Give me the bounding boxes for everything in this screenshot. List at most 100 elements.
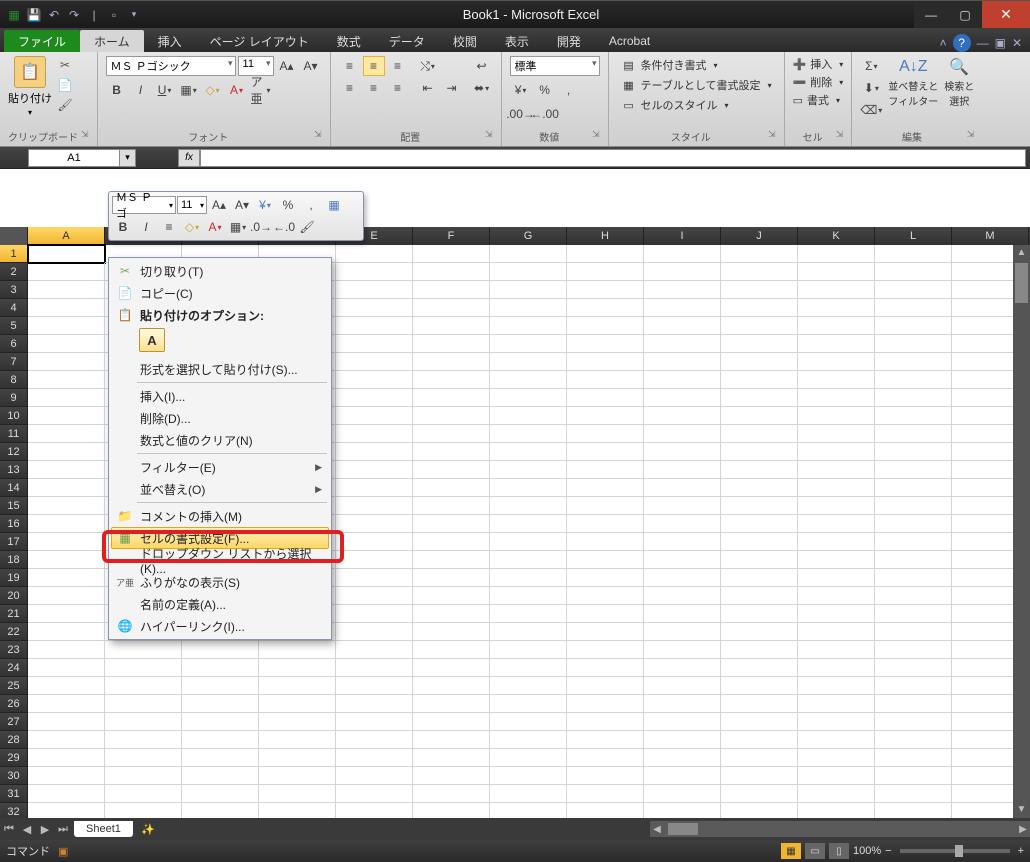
cell[interactable]	[567, 551, 644, 569]
row-header[interactable]: 31	[0, 785, 28, 803]
cell[interactable]	[721, 551, 798, 569]
cell[interactable]	[644, 263, 721, 281]
cell[interactable]	[875, 263, 952, 281]
cell[interactable]	[336, 371, 413, 389]
cell[interactable]	[798, 461, 875, 479]
cell[interactable]	[798, 785, 875, 803]
cell[interactable]	[490, 803, 567, 818]
hscroll-right-icon[interactable]: ▶	[1016, 824, 1030, 835]
col-header-A[interactable]: A	[28, 227, 105, 245]
cell[interactable]	[875, 443, 952, 461]
cell[interactable]	[336, 281, 413, 299]
cell[interactable]	[336, 767, 413, 785]
cell[interactable]	[490, 713, 567, 731]
cell[interactable]	[490, 317, 567, 335]
cell[interactable]	[490, 605, 567, 623]
row-header[interactable]: 6	[0, 335, 28, 353]
cell[interactable]	[490, 749, 567, 767]
cell[interactable]	[567, 245, 644, 263]
cell[interactable]	[413, 605, 490, 623]
cell[interactable]	[28, 569, 105, 587]
cell[interactable]	[413, 785, 490, 803]
phonetic-button[interactable]: ア亜	[250, 80, 272, 100]
row-header[interactable]: 28	[0, 731, 28, 749]
cell[interactable]	[413, 641, 490, 659]
sheet-nav-first-icon[interactable]: ⏮	[0, 820, 18, 838]
cell[interactable]	[336, 569, 413, 587]
cell[interactable]	[490, 443, 567, 461]
cell[interactable]	[875, 713, 952, 731]
cell[interactable]	[875, 623, 952, 641]
cell[interactable]	[721, 785, 798, 803]
cell[interactable]	[721, 713, 798, 731]
row-header[interactable]: 5	[0, 317, 28, 335]
cell[interactable]	[413, 659, 490, 677]
save-icon[interactable]: 💾	[26, 7, 42, 23]
ctx-delete[interactable]: 削除(D)...	[111, 407, 329, 429]
cell[interactable]	[644, 731, 721, 749]
cell[interactable]	[798, 569, 875, 587]
cell[interactable]	[567, 353, 644, 371]
cell[interactable]	[567, 713, 644, 731]
fill-color-button[interactable]: ◇	[202, 80, 224, 100]
cell[interactable]	[721, 353, 798, 371]
cell[interactable]	[28, 371, 105, 389]
number-format-combo[interactable]: 標準	[510, 56, 600, 76]
cell[interactable]	[798, 767, 875, 785]
maximize-button[interactable]: ▢	[948, 1, 982, 28]
cell[interactable]	[644, 389, 721, 407]
cell[interactable]	[721, 461, 798, 479]
cell[interactable]	[182, 713, 259, 731]
col-header-M[interactable]: M	[952, 227, 1029, 245]
cell[interactable]	[28, 587, 105, 605]
help-icon[interactable]: ?	[953, 34, 971, 52]
cell[interactable]	[875, 425, 952, 443]
decrease-decimal-icon[interactable]: ←.00	[534, 104, 556, 124]
ctx-filter[interactable]: フィルター(E)▶	[111, 456, 329, 478]
cell[interactable]	[413, 335, 490, 353]
cell[interactable]	[28, 695, 105, 713]
cell[interactable]	[490, 425, 567, 443]
zoom-in-icon[interactable]: +	[1018, 845, 1024, 857]
cell[interactable]	[182, 677, 259, 695]
cell[interactable]	[721, 263, 798, 281]
border-button[interactable]: ▦	[178, 80, 200, 100]
cell[interactable]	[28, 461, 105, 479]
conditional-format-button[interactable]: ▤条件付き書式▾	[617, 56, 776, 74]
cell[interactable]	[490, 623, 567, 641]
ctx-sort[interactable]: 並べ替え(O)▶	[111, 478, 329, 500]
new-sheet-icon[interactable]: ✨	[137, 821, 159, 837]
cell[interactable]	[721, 317, 798, 335]
cell[interactable]	[567, 785, 644, 803]
mini-size-combo[interactable]: 11	[177, 196, 207, 214]
cell[interactable]	[875, 371, 952, 389]
increase-decimal-icon[interactable]: .00→	[510, 104, 532, 124]
cell[interactable]	[644, 713, 721, 731]
bold-button[interactable]: B	[106, 80, 128, 100]
cell[interactable]	[721, 605, 798, 623]
cell[interactable]	[567, 461, 644, 479]
cell[interactable]	[413, 371, 490, 389]
cell[interactable]	[567, 407, 644, 425]
ctx-cut[interactable]: ✂切り取り(T)	[111, 260, 329, 282]
decrease-indent-icon[interactable]: ⇤	[417, 78, 439, 98]
cell[interactable]	[875, 587, 952, 605]
cell[interactable]	[105, 641, 182, 659]
cell[interactable]	[490, 659, 567, 677]
cell[interactable]	[182, 749, 259, 767]
cell[interactable]	[182, 695, 259, 713]
cell[interactable]	[182, 659, 259, 677]
cell[interactable]	[875, 335, 952, 353]
cell[interactable]	[875, 461, 952, 479]
cell[interactable]	[336, 335, 413, 353]
cell[interactable]	[644, 407, 721, 425]
cell[interactable]	[28, 515, 105, 533]
hscroll-left-icon[interactable]: ◀	[650, 824, 664, 835]
tab-insert[interactable]: 挿入	[144, 30, 196, 52]
cell[interactable]	[721, 479, 798, 497]
cell[interactable]	[721, 767, 798, 785]
cell[interactable]	[567, 263, 644, 281]
ribbon-minimize-icon[interactable]: ˄	[940, 36, 947, 50]
tab-view[interactable]: 表示	[491, 30, 543, 52]
mini-grow-font-icon[interactable]: A▴	[208, 195, 230, 215]
